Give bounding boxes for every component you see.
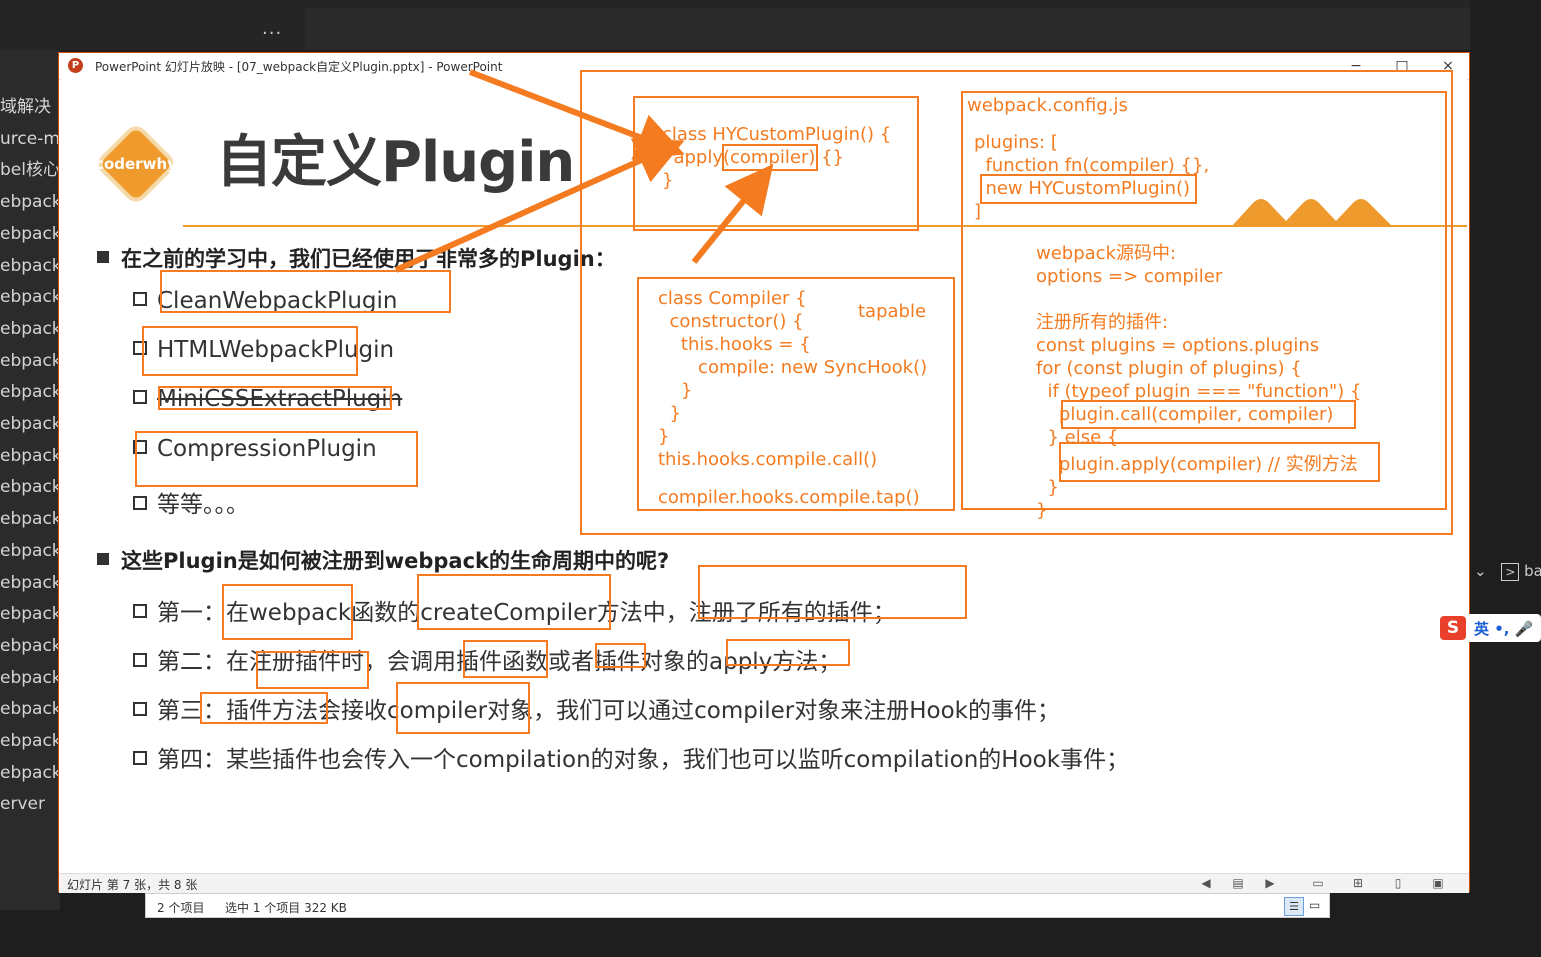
arrow-title-to-class bbox=[468, 69, 685, 160]
annotation-arrows bbox=[394, 69, 774, 273]
selection-info: 选中 1 个项目 322 KB bbox=[225, 901, 347, 915]
details-view-icon[interactable]: ☰ bbox=[1284, 897, 1304, 916]
sogou-logo-icon: S bbox=[1440, 616, 1466, 640]
ime-toolbar[interactable]: S 英 •, 🎤 bbox=[1438, 614, 1541, 642]
ime-mode-text[interactable]: 英 •, 🎤 bbox=[1474, 618, 1533, 639]
item-count: 2 个项目 bbox=[157, 901, 205, 915]
arrow-plugins-to-class bbox=[394, 138, 685, 273]
arrow-compiler-to-param bbox=[691, 164, 774, 264]
file-explorer-statusbar: 2 个项目 选中 1 个项目 322 KB ☰ ▭ bbox=[145, 893, 1330, 918]
large-icons-view-icon[interactable]: ▭ bbox=[1309, 898, 1320, 912]
